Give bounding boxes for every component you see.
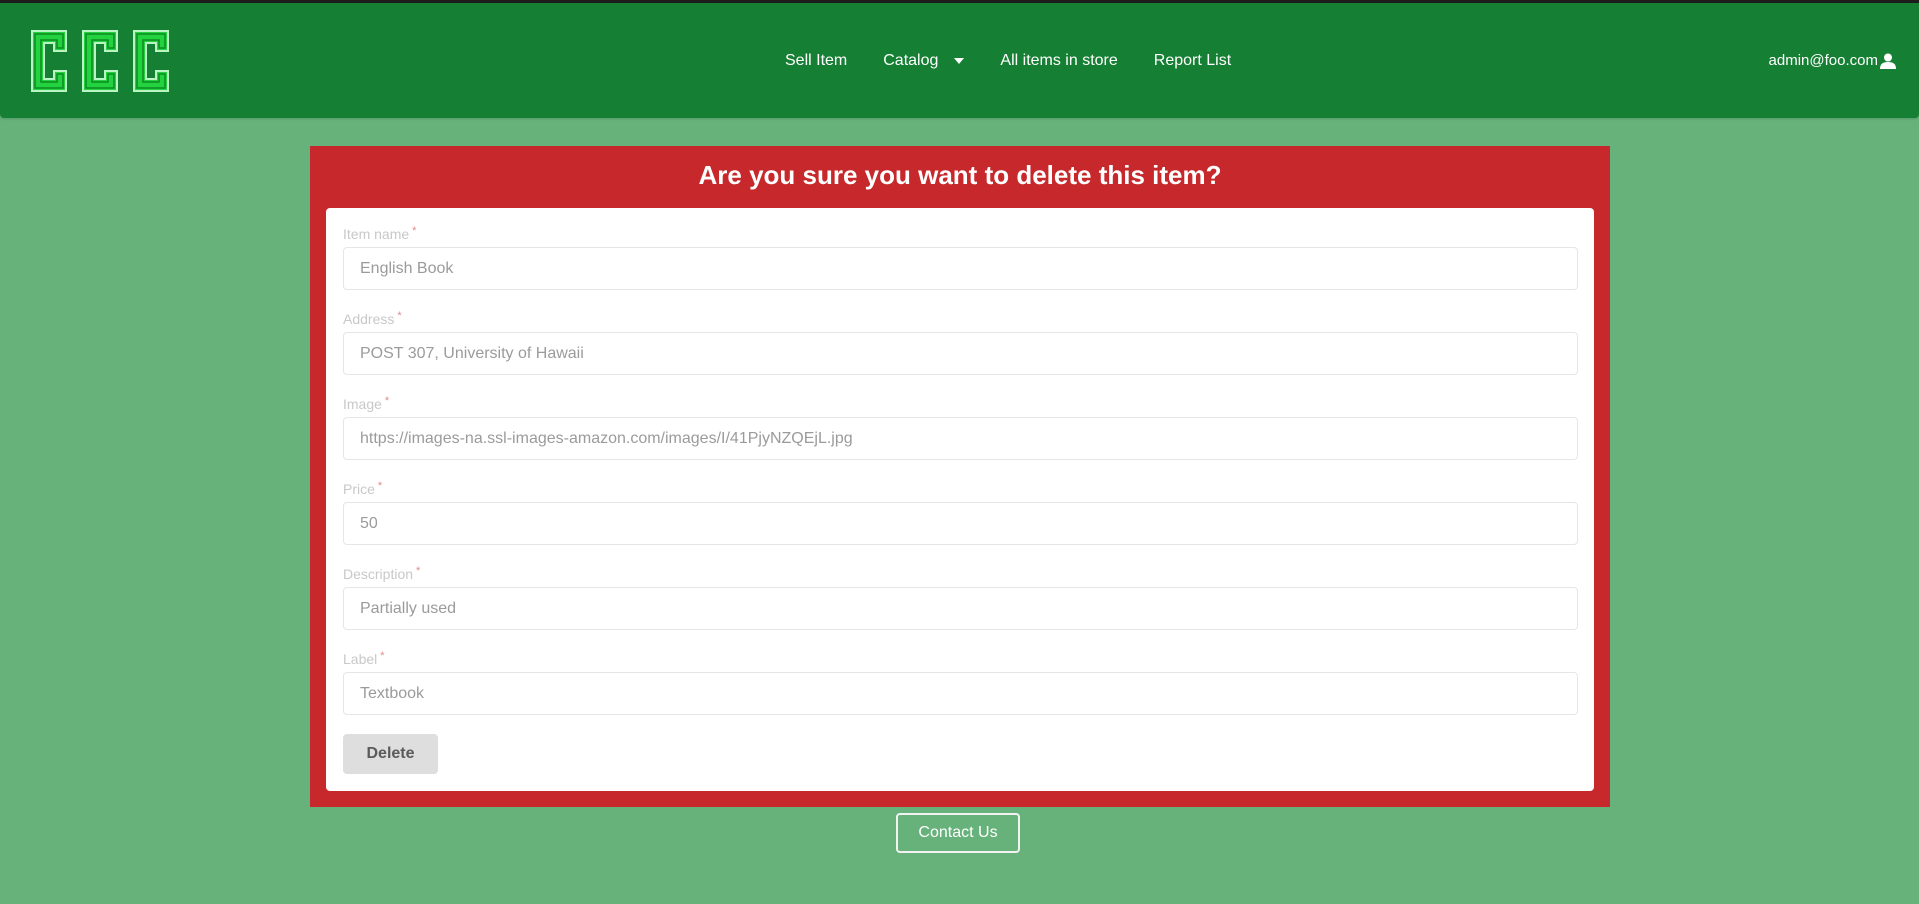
logo-letter-c-3 — [133, 30, 169, 92]
label-label: Label — [343, 651, 378, 667]
logo-letter-c-1 — [31, 30, 67, 92]
required-marker: * — [397, 310, 402, 322]
address-field: Address * — [343, 308, 1578, 375]
price-field: Price * — [343, 478, 1578, 545]
description-label: Description — [343, 566, 414, 582]
caret-down-icon — [954, 57, 965, 64]
delete-confirmation-panel: Are you sure you want to delete this ite… — [310, 146, 1610, 807]
description-field: Description * — [343, 563, 1578, 630]
required-marker: * — [416, 565, 421, 577]
user-email: admin@foo.com — [1768, 52, 1878, 69]
price-label: Price — [343, 481, 375, 497]
label-input[interactable] — [343, 672, 1578, 715]
user-menu[interactable]: admin@foo.com — [1769, 3, 1896, 118]
item-name-label: Item name — [343, 226, 410, 242]
item-name-input[interactable] — [343, 247, 1578, 290]
item-name-field: Item name * — [343, 223, 1578, 290]
required-marker: * — [412, 225, 417, 237]
nav-report-list[interactable]: Report List — [1154, 52, 1231, 70]
logo[interactable] — [26, 27, 178, 97]
required-marker: * — [380, 650, 385, 662]
navbar: Sell Item Catalog All items in store Rep… — [0, 3, 1919, 118]
image-field: Image * — [343, 393, 1578, 460]
contact-us-button[interactable]: Contact Us — [896, 813, 1020, 853]
image-url-input[interactable] — [343, 417, 1578, 460]
logo-letter-c-2 — [82, 30, 118, 92]
nav-catalog-label: Catalog — [883, 51, 939, 69]
required-marker: * — [377, 480, 383, 492]
user-icon — [1880, 53, 1896, 69]
address-label: Address — [343, 311, 395, 327]
dialog-title: Are you sure you want to delete this ite… — [698, 160, 1222, 190]
required-marker: * — [384, 395, 390, 407]
delete-item-form: Item name* Address* Image* Price* Descri — [326, 208, 1594, 791]
nav-catalog-dropdown[interactable]: Catalog — [883, 51, 965, 70]
image-label: Image — [343, 396, 382, 412]
nav-links: Sell Item Catalog All items in store Rep… — [785, 3, 1231, 118]
description-input[interactable] — [343, 587, 1578, 630]
address-input[interactable] — [343, 332, 1578, 375]
delete-button[interactable]: Delete — [343, 734, 438, 774]
price-input[interactable] — [343, 502, 1578, 545]
nav-sell-item[interactable]: Sell Item — [785, 52, 847, 70]
label-field: Label * — [343, 648, 1578, 715]
nav-all-items[interactable]: All items in store — [1000, 52, 1117, 70]
